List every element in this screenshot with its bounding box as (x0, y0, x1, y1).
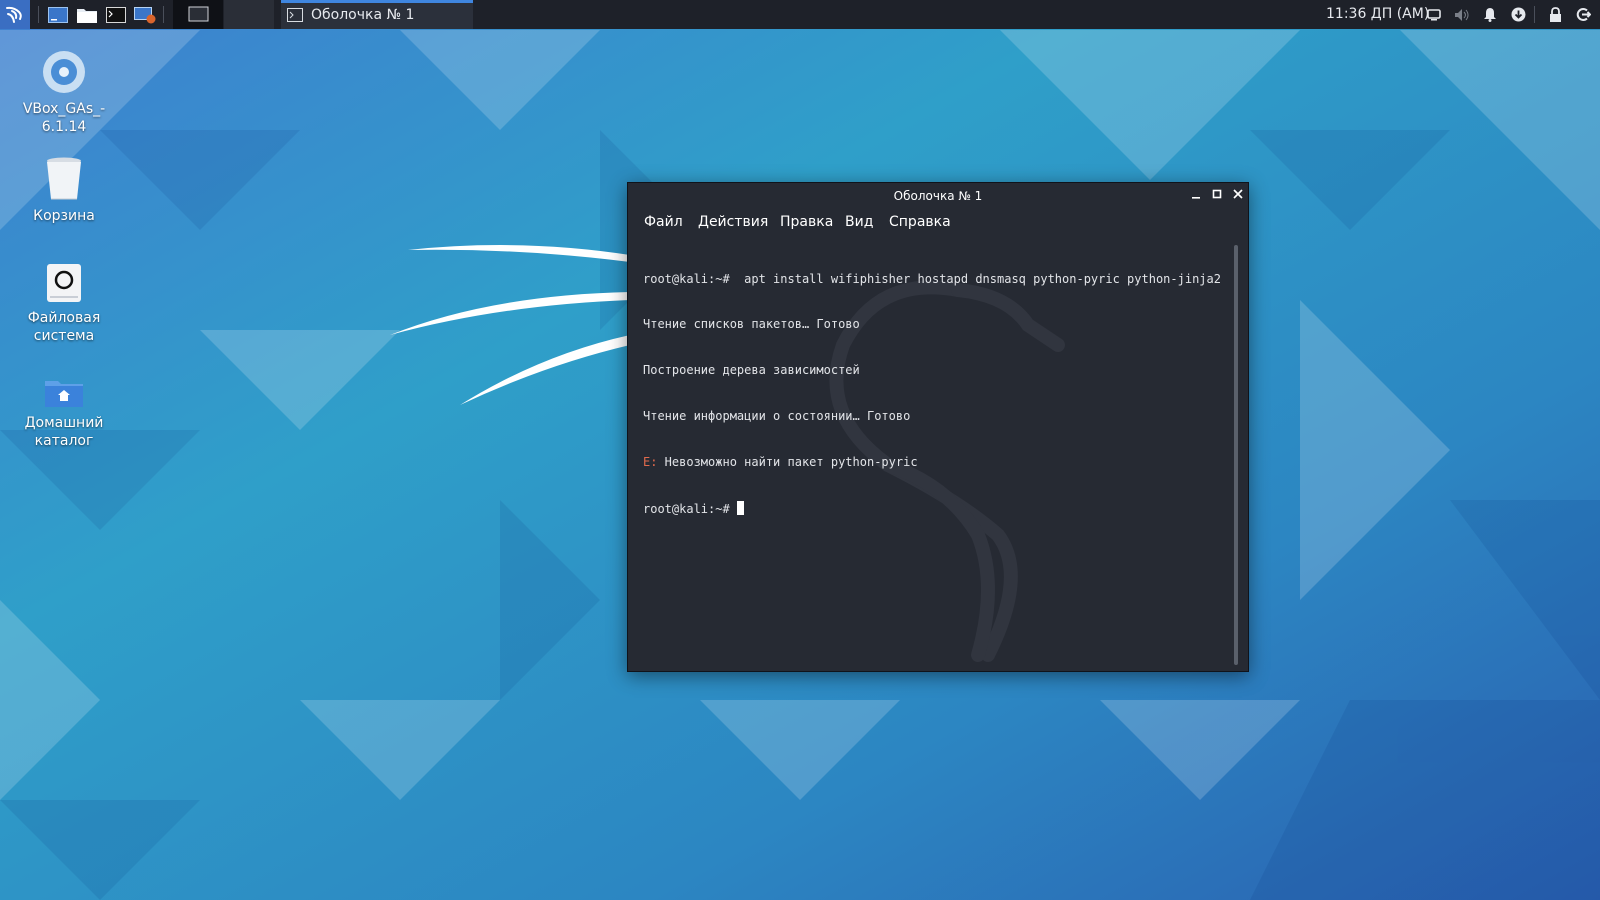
lock-icon (1549, 7, 1561, 22)
close-button[interactable] (1229, 187, 1247, 205)
terminal-icon (106, 6, 126, 23)
workspace-2[interactable] (224, 0, 274, 29)
terminal-icon (287, 7, 303, 22)
workspace-icon (188, 6, 209, 22)
minimize-button[interactable] (1187, 187, 1205, 205)
terminal-text: root@kali:~# apt install wifiphisher hos… (643, 241, 1225, 548)
menu-view[interactable]: Вид (845, 209, 873, 235)
taskbar-item-terminal[interactable]: Оболочка № 1 (281, 0, 473, 29)
system-monitor-icon (134, 6, 156, 23)
menu-edit[interactable]: Правка (780, 209, 833, 235)
prompt: root@kali:~# (643, 502, 737, 517)
terminal-output[interactable]: root@kali:~# apt install wifiphisher hos… (628, 235, 1248, 671)
file-manager-icon (77, 8, 97, 23)
volume-tray-button[interactable] (1452, 0, 1472, 29)
logout-icon (1576, 8, 1591, 21)
output-line: Построение дерева зависимостей (643, 363, 860, 378)
command-line: root@kali:~# apt install wifiphisher hos… (643, 271, 1221, 286)
close-icon (1233, 189, 1243, 199)
applications-menu-button[interactable] (0, 0, 30, 29)
notifications-tray-button[interactable] (1480, 0, 1500, 29)
show-desktop-icon (48, 6, 68, 23)
panel-separator (38, 6, 39, 23)
update-tray-button[interactable] (1508, 0, 1528, 29)
minimize-icon (1192, 197, 1200, 199)
output-line: Чтение информации о состоянии… Готово (643, 409, 911, 424)
display-icon (1427, 8, 1441, 20)
terminal-launcher[interactable] (103, 0, 129, 29)
output-line: Чтение списков пакетов… Готово (643, 317, 860, 332)
active-task-indicator (281, 0, 473, 3)
text-cursor (736, 501, 744, 516)
desktop-icon-filesystem[interactable]: Файловая система (9, 263, 119, 345)
terminal-menubar: Файл Действия Правка Вид Справка (628, 209, 1248, 235)
top-panel: Оболочка № 1 11:36 ДП (AM) (0, 0, 1600, 29)
show-desktop-button[interactable] (45, 0, 71, 29)
display-tray-button[interactable] (1424, 0, 1444, 29)
update-icon (1511, 7, 1525, 22)
cd-disc-icon (43, 51, 85, 93)
notifications-bell-icon (1484, 8, 1496, 22)
desktop-icon-label: каталог (34, 433, 94, 449)
desktop-icon-label: 6.1.14 (41, 119, 87, 135)
desktop-icon-home[interactable]: Домашний каталог (9, 378, 119, 450)
maximize-button[interactable] (1208, 187, 1226, 205)
home-folder-icon (45, 381, 83, 407)
desktop-icon-label: Файловая (27, 310, 101, 326)
clock[interactable]: 11:36 ДП (AM) (1326, 0, 1429, 29)
system-monitor-launcher[interactable] (132, 0, 158, 29)
error-message: Невозможно найти пакет python-pyric (657, 455, 918, 470)
volume-muted-icon (1455, 8, 1469, 21)
error-line: E: Невозможно найти пакет python-pyric (643, 455, 1225, 470)
drive-icon (47, 264, 81, 302)
desktop-icon-trash[interactable]: Корзина (9, 157, 119, 225)
panel-separator (1534, 6, 1535, 23)
lock-screen-button[interactable] (1545, 0, 1565, 29)
error-prefix: E: (643, 455, 658, 470)
panel-separator (163, 6, 164, 23)
desktop-icon-vbox-disc[interactable]: VBox_GAs_- 6.1.14 (9, 50, 119, 136)
trash-icon (47, 157, 81, 200)
desktop-icon-label: система (33, 328, 95, 344)
file-manager-launcher[interactable] (74, 0, 100, 29)
terminal-window[interactable]: Оболочка № 1 Файл Действия Правка Вид Сп… (627, 182, 1249, 672)
menu-file[interactable]: Файл (644, 209, 683, 235)
workspace-switcher[interactable] (173, 0, 223, 29)
terminal-scrollbar[interactable] (1234, 245, 1238, 665)
desktop-icon-label: Корзина (33, 208, 95, 224)
taskbar-item-label: Оболочка № 1 (311, 6, 415, 23)
menu-help[interactable]: Справка (889, 209, 951, 235)
kali-dragon-icon (6, 6, 22, 23)
logout-button[interactable] (1573, 0, 1593, 29)
window-title[interactable]: Оболочка № 1 (628, 183, 1248, 209)
desktop-icon-label: Домашний (24, 415, 104, 431)
desktop-icon-label: VBox_GAs_- (22, 101, 106, 117)
maximize-icon (1212, 189, 1222, 199)
menu-actions[interactable]: Действия (698, 209, 768, 235)
prompt-line: root@kali:~# (643, 501, 1225, 517)
